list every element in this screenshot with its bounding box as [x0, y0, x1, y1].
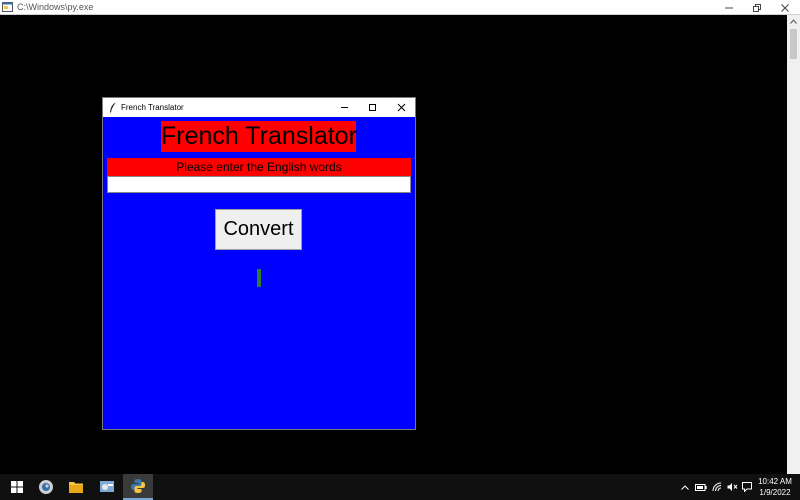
console-window-title: C:\Windows\py.exe: [17, 2, 94, 12]
maximize-icon: [368, 104, 376, 111]
app-window-title: French Translator: [121, 103, 184, 112]
app-maximize-button[interactable]: [358, 98, 386, 117]
convert-button[interactable]: Convert: [215, 209, 302, 250]
app-close-button[interactable]: [387, 98, 415, 117]
console-restore-button[interactable]: [742, 0, 772, 15]
minimize-icon: [340, 107, 348, 108]
french-result-label: [257, 269, 261, 287]
restore-icon: [753, 3, 761, 12]
close-icon: [781, 3, 789, 12]
prompt-label: Please enter the English words: [107, 158, 411, 176]
clock-date: 1/9/2022: [759, 488, 791, 497]
taskbar-control-panel-button[interactable]: [92, 474, 122, 500]
control-panel-icon: [100, 481, 114, 492]
clock-time: 10:42 AM: [758, 477, 792, 486]
console-scrollbar[interactable]: [787, 15, 800, 474]
scroll-thumb[interactable]: [790, 29, 797, 59]
taskbar-clock[interactable]: 10:42 AM 1/9/2022: [755, 476, 795, 498]
console-icon: [2, 2, 13, 12]
wifi-icon: [712, 482, 721, 492]
notification-icon: [741, 482, 752, 492]
french-translator-window: French Translator French Translator Plea…: [102, 97, 416, 430]
console-close-button[interactable]: [770, 0, 800, 15]
english-words-input[interactable]: [107, 176, 411, 193]
battery-icon: [695, 483, 707, 491]
app-titlebar[interactable]: French Translator: [103, 98, 415, 117]
tray-show-hidden-button[interactable]: [679, 481, 691, 493]
tray-volume[interactable]: [725, 481, 739, 493]
python-icon: [131, 479, 145, 493]
taskbar: 10:42 AM 1/9/2022: [0, 474, 800, 500]
console-minimize-button[interactable]: [714, 0, 744, 15]
tray-notifications[interactable]: [740, 481, 753, 493]
chevron-up-icon: [790, 19, 797, 24]
taskbar-edge-button[interactable]: [31, 474, 61, 500]
taskbar-explorer-button[interactable]: [61, 474, 91, 500]
minimize-icon: [725, 7, 733, 8]
folder-icon: [69, 482, 83, 493]
chevron-up-icon: [681, 484, 689, 490]
app-heading: French Translator: [161, 121, 357, 152]
taskbar-python-button[interactable]: [123, 474, 153, 500]
console-titlebar[interactable]: C:\Windows\py.exe: [0, 0, 800, 15]
scroll-up-button[interactable]: [787, 15, 800, 28]
close-icon: [397, 103, 405, 112]
volume-muted-icon: [727, 483, 737, 491]
app-minimize-button[interactable]: [330, 98, 358, 117]
windows-logo-icon: [11, 481, 23, 493]
start-button[interactable]: [2, 474, 32, 500]
feather-icon: [110, 102, 116, 113]
edge-browser-icon: [39, 480, 53, 494]
tray-network[interactable]: [710, 481, 724, 493]
tray-battery[interactable]: [694, 481, 708, 493]
